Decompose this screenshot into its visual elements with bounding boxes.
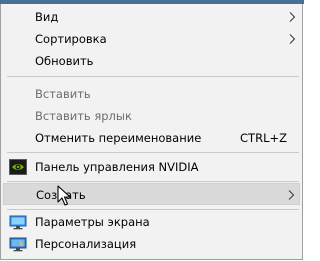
personalize-icon	[9, 237, 27, 252]
menu-item-refresh-label: Обновить	[35, 54, 94, 68]
menu-item-view[interactable]: Вид	[3, 6, 300, 28]
menu-item-paste[interactable]: Вставить	[3, 83, 300, 105]
menu-item-refresh[interactable]: Обновить	[3, 50, 300, 72]
menu-item-paste-label: Вставить	[35, 87, 91, 101]
menu-item-paste-shortcut[interactable]: Вставить ярлык	[3, 105, 300, 127]
menu-item-personalize[interactable]: Персонализация	[3, 233, 300, 255]
chevron-right-icon	[289, 34, 296, 44]
desktop-context-menu: Вид Сортировка Обновить Вставить Вставит…	[0, 4, 303, 260]
undo-shortcut-text: CTRL+Z	[240, 131, 287, 145]
menu-item-display-settings-label: Параметры экрана	[35, 215, 150, 229]
mouse-pointer-icon	[57, 185, 71, 206]
menu-item-sort-label: Сортировка	[35, 32, 107, 46]
menu-item-personalize-label: Персонализация	[35, 237, 137, 251]
menu-item-display-settings[interactable]: Параметры экрана	[3, 211, 300, 233]
nvidia-icon	[9, 159, 27, 175]
menu-item-create[interactable]: Создать	[3, 183, 300, 205]
menu-item-view-label: Вид	[35, 10, 59, 24]
menu-item-sort[interactable]: Сортировка	[3, 28, 300, 50]
menu-separator	[7, 152, 299, 153]
menu-item-nvidia-panel-label: Панель управления NVIDIA	[35, 160, 199, 174]
menu-separator	[7, 76, 299, 77]
menu-item-undo-rename-label: Отменить переименование	[35, 131, 202, 145]
menu-item-undo-rename[interactable]: Отменить переименование CTRL+Z	[3, 127, 300, 149]
display-settings-icon	[9, 215, 27, 230]
chevron-right-icon	[289, 12, 296, 22]
menu-item-paste-shortcut-label: Вставить ярлык	[35, 109, 132, 123]
menu-separator	[7, 181, 299, 182]
menu-separator	[7, 209, 299, 210]
menu-item-nvidia-panel[interactable]: Панель управления NVIDIA	[3, 156, 300, 178]
chevron-right-icon	[288, 190, 295, 200]
